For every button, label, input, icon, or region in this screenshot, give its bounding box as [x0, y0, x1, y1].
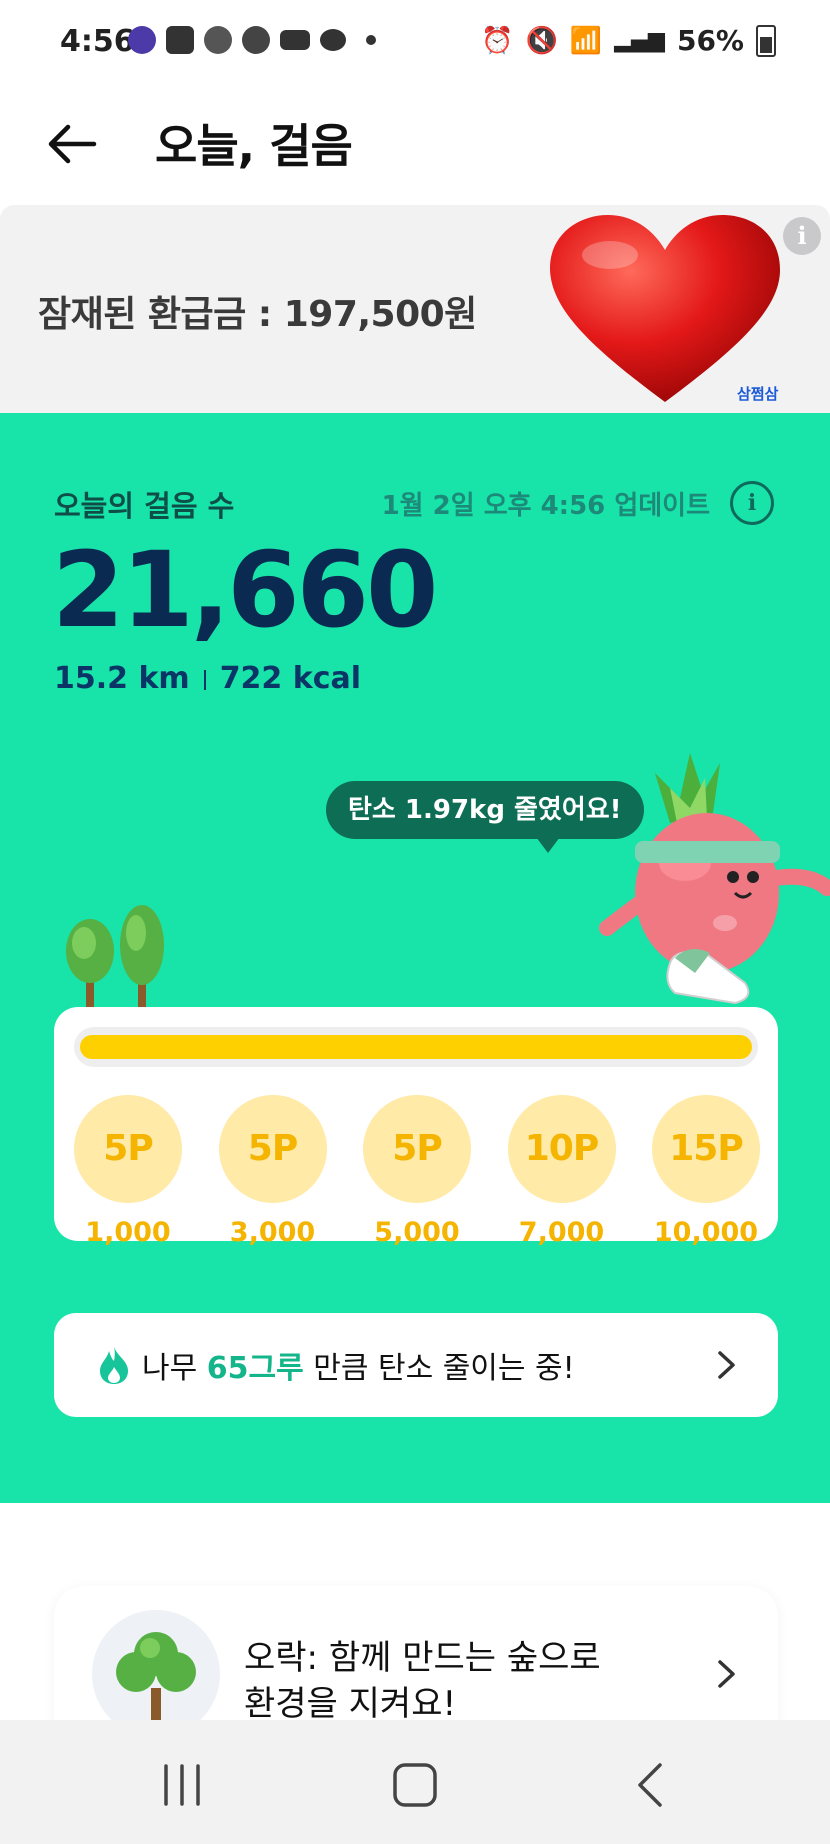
orak-title-line1: 오락: 함께 만드는 숲으로 [244, 1638, 601, 1678]
recent-apps-icon[interactable] [152, 1760, 212, 1810]
refund-banner[interactable]: 잠재된 환급금 : 197,500원 i 삼쩜삼 [0, 205, 830, 413]
heart-image [550, 215, 780, 402]
status-time: 4:56 [60, 24, 135, 59]
battery-percent: 56% [676, 24, 744, 57]
milestone-points-coin: 15P [652, 1095, 760, 1203]
top-app-bar: 오늘, 걸음 [0, 84, 830, 204]
step-count: 21,660 [52, 529, 438, 651]
milestone-steps: 1,000 [85, 1217, 171, 1248]
milestone-steps: 5,000 [374, 1217, 460, 1248]
toggle-icon [320, 29, 346, 51]
steps-label: 오늘의 걸음 수 [54, 489, 235, 523]
tree-count: 65그루 [206, 1351, 304, 1386]
progress-card: 5P 1,000 5P 3,000 5P 5,000 10P 7,000 15P 10,000 [54, 1007, 778, 1248]
orak-title-line2: 환경을 지켜요! [244, 1684, 457, 1724]
milestone-points-coin: 5P [363, 1095, 471, 1203]
notification-icons [128, 26, 376, 54]
trees-illustration [66, 905, 164, 1018]
flame-icon [100, 1347, 128, 1384]
back-arrow-icon[interactable] [42, 114, 102, 174]
milestone-points-coin: 10P [507, 1095, 616, 1203]
timer-icon [242, 26, 270, 54]
tree-card-text: 나무 65그루 만큼 탄소 줄이는 중! [142, 1343, 575, 1387]
tree-text-prefix: 나무 [142, 1351, 207, 1386]
home-icon[interactable] [385, 1760, 445, 1810]
person-icon [204, 26, 232, 54]
distance-value: 15.2 km [54, 661, 190, 696]
chevron-right-icon [718, 1660, 735, 1688]
status-bar: 4:56 ⏰ 🔇 📶 ▂▄▆ 56% [0, 0, 830, 84]
divider [203, 669, 206, 690]
milestone-steps: 3,000 [229, 1217, 316, 1248]
milestone-item[interactable]: 5P 1,000 [72, 1095, 184, 1248]
owl-app-icon [128, 26, 156, 54]
system-navigation-bar [0, 1720, 830, 1844]
battery-icon [756, 24, 776, 57]
update-time: 1월 2일 오후 4:56 업데이트 [381, 491, 710, 521]
milestone-points-coin: 5P [218, 1095, 327, 1203]
alarm-icon: ⏰ [481, 25, 514, 56]
milestone-item[interactable]: 5P 3,000 [217, 1095, 329, 1248]
signal-icon: ▂▄▆ [614, 28, 665, 53]
chevron-right-icon [718, 1351, 735, 1379]
steps-info-icon[interactable]: i [730, 481, 774, 525]
back-nav-icon[interactable] [620, 1760, 680, 1810]
milestone-points-coin: 5P [74, 1095, 182, 1203]
progress-track [74, 1027, 758, 1067]
tree-text-suffix: 만큼 탄소 줄이는 중! [303, 1351, 575, 1386]
wifi-icon: 📶 [569, 25, 603, 56]
brand-label: 삼쩜삼 [737, 385, 779, 403]
system-icons: ⏰ 🔇 📶 ▂▄▆ 56% [481, 24, 776, 57]
steps-section: 오늘의 걸음 수 1월 2일 오후 4:56 업데이트 i 21,660 15.… [0, 413, 830, 1503]
milestone-steps: 10,000 [653, 1217, 759, 1248]
progress-fill [80, 1035, 752, 1059]
chat-icon [166, 26, 194, 54]
tree-avatar-icon [92, 1610, 220, 1738]
milestone-item[interactable]: 15P 10,000 [650, 1095, 762, 1248]
page-title: 오늘, 걸음 [155, 119, 353, 173]
refund-amount-text: 잠재된 환급금 : 197,500원 [38, 294, 477, 335]
banner-info-icon[interactable]: i [783, 217, 821, 255]
milestone-item[interactable]: 5P 5,000 [361, 1095, 473, 1248]
calories-value: 722 kcal [219, 661, 362, 696]
dot-icon [366, 35, 376, 45]
mute-icon: 🔇 [525, 25, 558, 56]
milestone-list: 5P 1,000 5P 3,000 5P 5,000 10P 7,000 15P 10,000 [72, 1095, 762, 1248]
distance-calories: 15.2 km 722 kcal [54, 661, 361, 696]
milestone-item[interactable]: 10P 7,000 [506, 1095, 618, 1248]
milestone-steps: 7,000 [518, 1217, 605, 1248]
carbon-tree-card[interactable]: 나무 65그루 만큼 탄소 줄이는 중! [54, 1313, 778, 1417]
cash-icon [280, 30, 310, 50]
